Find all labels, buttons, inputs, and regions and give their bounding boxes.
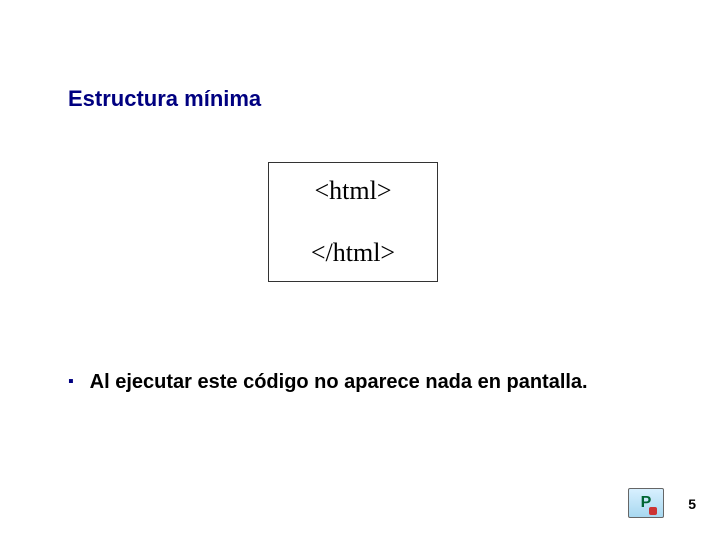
bullet-text: Al ejecutar este código no aparece nada … bbox=[90, 370, 588, 394]
slide-container: Estructura mínima <html> </html> ▪ Al ej… bbox=[0, 0, 720, 540]
code-snippet-box: <html> </html> bbox=[268, 162, 438, 282]
logo-dot-icon bbox=[649, 507, 657, 515]
bullet-item: ▪ Al ejecutar este código no aparece nad… bbox=[68, 370, 588, 394]
code-line-open: <html> bbox=[315, 176, 392, 206]
page-number: 5 bbox=[688, 496, 696, 512]
footer-logo-icon: P bbox=[628, 488, 664, 518]
slide-title: Estructura mínima bbox=[68, 86, 261, 112]
bullet-marker-icon: ▪ bbox=[68, 370, 74, 394]
code-line-close: </html> bbox=[311, 238, 395, 268]
